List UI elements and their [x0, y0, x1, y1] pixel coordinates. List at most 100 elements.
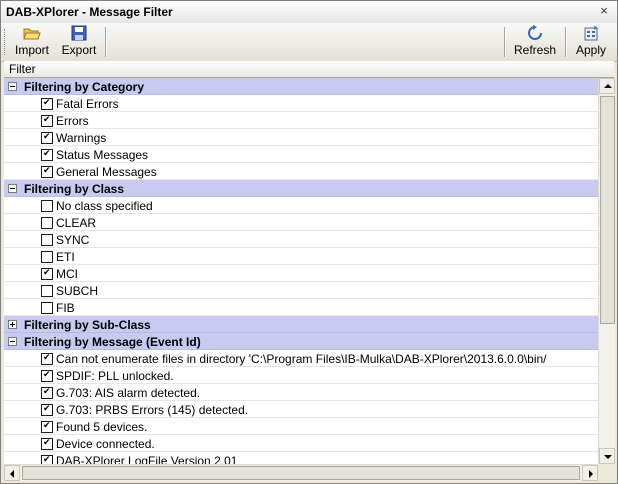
filter-item-label: CLEAR	[56, 216, 97, 230]
horizontal-scrollbar[interactable]	[4, 464, 598, 481]
category-title: Filtering by Sub-Class	[24, 318, 151, 332]
filter-checkbox[interactable]	[41, 217, 53, 229]
category-row[interactable]: Filtering by Message (Event Id)	[4, 333, 598, 350]
category-row[interactable]: Filtering by Class	[4, 180, 598, 197]
filter-checkbox[interactable]	[41, 131, 53, 144]
column-header-filter: Filter	[9, 62, 36, 76]
filter-item-row[interactable]: SPDIF: PLL unlocked.	[4, 367, 598, 384]
filter-grid: Filtering by Category Fatal Errors Errors W…	[4, 78, 598, 464]
filter-item-row[interactable]: General Messages	[4, 163, 598, 180]
filter-checkbox[interactable]	[41, 267, 53, 280]
filter-item-row[interactable]: FIB	[4, 299, 598, 316]
filter-item-row[interactable]: SYNC	[4, 231, 598, 248]
export-button[interactable]: Export	[59, 25, 99, 59]
window-title: DAB-XPlorer - Message Filter	[6, 5, 173, 19]
category-row[interactable]: Filtering by Category	[4, 78, 598, 95]
apply-button[interactable]: Apply	[572, 25, 610, 59]
vertical-scroll-thumb[interactable]	[600, 96, 615, 324]
arrow-right-icon	[589, 470, 593, 478]
refresh-button[interactable]: Refresh	[512, 25, 558, 59]
toolbar-separator	[105, 27, 107, 57]
folder-open-icon	[23, 28, 41, 40]
filter-item-row[interactable]: Status Messages	[4, 146, 598, 163]
filter-checkbox[interactable]	[41, 97, 53, 110]
filter-checkbox[interactable]	[41, 114, 53, 127]
refresh-label: Refresh	[513, 43, 557, 57]
filter-checkbox[interactable]	[41, 420, 53, 433]
filter-item-row[interactable]: MCI	[4, 265, 598, 282]
filter-item-label: FIB	[56, 301, 75, 315]
filter-item-label: No class specified	[56, 199, 153, 213]
filter-item-row[interactable]: DAB-XPlorer LogFile Version 2.01	[4, 452, 598, 464]
filter-checkbox[interactable]	[41, 285, 53, 297]
filter-item-label: Can not enumerate files in directory 'C:…	[56, 352, 547, 366]
category-title: Filtering by Category	[24, 80, 145, 94]
collapse-icon[interactable]	[8, 337, 17, 346]
filter-item-row[interactable]: Device connected.	[4, 435, 598, 452]
collapse-icon[interactable]	[8, 184, 17, 193]
toolbar: Import Export Refresh Apply	[1, 23, 617, 62]
floppy-save-icon	[71, 25, 87, 41]
filter-item-row[interactable]: Found 5 devices.	[4, 418, 598, 435]
filter-item-row[interactable]: ETI	[4, 248, 598, 265]
filter-checkbox[interactable]	[41, 200, 53, 212]
filter-item-label: G.703: AIS alarm detected.	[56, 386, 201, 400]
filter-item-row[interactable]: Warnings	[4, 129, 598, 146]
filter-item-row[interactable]: No class specified	[4, 197, 598, 214]
toolbar-grip[interactable]	[4, 29, 7, 55]
filter-checkbox[interactable]	[41, 302, 53, 314]
category-title: Filtering by Message (Event Id)	[24, 335, 201, 349]
filter-item-label: SYNC	[56, 233, 90, 247]
filter-item-label: DAB-XPlorer LogFile Version 2.01	[56, 454, 238, 464]
filter-item-label: Fatal Errors	[56, 97, 119, 111]
arrow-up-icon	[604, 84, 612, 88]
vertical-scrollbar[interactable]	[598, 78, 615, 464]
filter-checkbox[interactable]	[41, 437, 53, 450]
filter-item-row[interactable]: SUBCH	[4, 282, 598, 299]
filter-item-label: Found 5 devices.	[56, 420, 148, 434]
close-button[interactable]: ×	[597, 4, 611, 18]
toolbar-separator	[565, 27, 567, 57]
filter-item-row[interactable]: G.703: PRBS Errors (145) detected.	[4, 401, 598, 418]
title-bar[interactable]: DAB-XPlorer - Message Filter ×	[1, 1, 617, 24]
grid-column-header[interactable]: Filter	[4, 61, 614, 78]
scroll-left-button[interactable]	[4, 465, 20, 481]
category-title: Filtering by Class	[24, 182, 125, 196]
filter-checkbox[interactable]	[41, 352, 53, 365]
filter-checkbox[interactable]	[41, 369, 53, 382]
scroll-up-button[interactable]	[599, 78, 615, 94]
filter-checkbox[interactable]	[41, 403, 53, 416]
filter-checkbox[interactable]	[41, 165, 53, 178]
category-row[interactable]: Filtering by Sub-Class	[4, 316, 598, 333]
filter-checkbox[interactable]	[41, 148, 53, 161]
arrow-left-icon	[10, 470, 14, 478]
horizontal-scroll-thumb[interactable]	[22, 466, 580, 480]
filter-item-label: SUBCH	[56, 284, 99, 298]
refresh-icon	[528, 25, 542, 40]
expand-icon[interactable]	[8, 320, 17, 329]
message-filter-window: DAB-XPlorer - Message Filter × Import Ex…	[0, 0, 618, 484]
filter-item-row[interactable]: Errors	[4, 112, 598, 129]
apply-icon	[584, 25, 599, 41]
scrollbar-corner	[598, 464, 614, 480]
filter-item-label: Status Messages	[56, 148, 149, 162]
import-button[interactable]: Import	[13, 25, 51, 59]
import-label: Import	[14, 43, 49, 57]
filter-item-label: General Messages	[56, 165, 157, 179]
filter-item-label: ETI	[56, 250, 75, 264]
filter-checkbox[interactable]	[41, 386, 53, 399]
filter-item-row[interactable]: CLEAR	[4, 214, 598, 231]
scroll-down-button[interactable]	[599, 448, 615, 464]
filter-checkbox[interactable]	[41, 234, 53, 246]
filter-item-label: SPDIF: PLL unlocked.	[56, 369, 174, 383]
filter-item-row[interactable]: G.703: AIS alarm detected.	[4, 384, 598, 401]
toolbar-separator	[504, 27, 506, 57]
filter-checkbox[interactable]	[41, 251, 53, 263]
export-label: Export	[61, 43, 97, 57]
collapse-icon[interactable]	[8, 82, 17, 91]
filter-item-row[interactable]: Fatal Errors	[4, 95, 598, 112]
filter-item-row[interactable]: Can not enumerate files in directory 'C:…	[4, 350, 598, 367]
scroll-right-button[interactable]	[582, 465, 598, 481]
filter-item-label: G.703: PRBS Errors (145) detected.	[56, 403, 249, 417]
filter-checkbox[interactable]	[41, 454, 53, 464]
